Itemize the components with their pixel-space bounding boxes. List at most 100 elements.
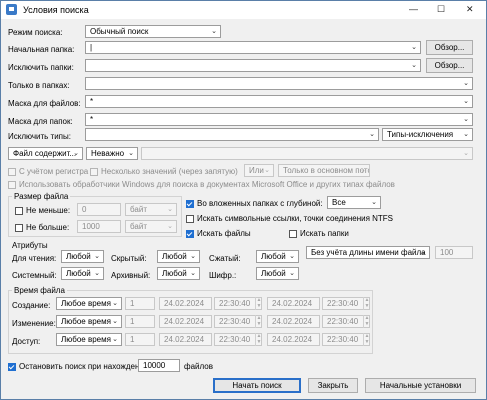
time-mode-value: Любое время xyxy=(61,335,111,344)
name-length-select[interactable]: Без учёта длины имени файла ⌄ xyxy=(306,246,430,259)
spinner-icon[interactable]: ▲ ▼ xyxy=(363,297,370,310)
system-select[interactable]: Любой ⌄ xyxy=(61,267,104,280)
chevron-down-icon: ⌄ xyxy=(463,131,469,138)
spinner-icon[interactable]: ▲ ▼ xyxy=(255,333,262,346)
search-files-checkbox[interactable] xyxy=(186,230,194,238)
time-n-input[interactable]: 1 xyxy=(125,333,155,346)
spinner-icon[interactable]: ▲ ▼ xyxy=(255,315,262,328)
not-more-input[interactable]: 1000 xyxy=(77,220,121,233)
stop-search-checkbox[interactable] xyxy=(8,363,16,371)
reset-defaults-button[interactable]: Начальные установки xyxy=(365,378,476,393)
time-mode-value: Любое время xyxy=(61,299,111,308)
chevron-down-icon: ⌄ xyxy=(420,249,426,256)
start-search-button[interactable]: Начать поиск xyxy=(213,378,301,393)
exclude-types-input[interactable]: ⌄ xyxy=(85,128,379,141)
chevron-down-icon: ⌄ xyxy=(371,199,377,206)
chevron-down-icon: ⌄ xyxy=(463,116,469,123)
subfolders-checkbox[interactable] xyxy=(186,200,194,208)
folder-mask-input[interactable]: * ⌄ xyxy=(85,113,473,126)
exclude-types-label: Исключить типы: xyxy=(8,132,71,141)
browse-start-button[interactable]: Обзор... xyxy=(426,40,473,55)
chevron-down-icon: ⌄ xyxy=(112,318,118,325)
not-less-input[interactable]: 0 xyxy=(77,203,121,216)
chevron-down-icon: ⌄ xyxy=(289,253,295,260)
chevron-down-icon: ⌄ xyxy=(73,150,79,157)
depth-value: Все xyxy=(332,198,346,207)
spinner-icon[interactable]: ▲ ▼ xyxy=(363,315,370,328)
search-folders-checkbox[interactable] xyxy=(289,230,297,238)
system-label: Системный: xyxy=(12,271,57,280)
content-mode-select[interactable]: Файл содержит... ⌄ xyxy=(8,147,83,160)
date-from-input[interactable]: 24.02.2024 xyxy=(159,315,212,328)
spinner-icon[interactable]: ▲ ▼ xyxy=(255,297,262,310)
chevron-down-icon: ⌄ xyxy=(94,270,100,277)
chevron-down-icon: ⌄ xyxy=(167,206,173,213)
date-from-input[interactable]: 24.02.2024 xyxy=(159,333,212,346)
maximize-icon[interactable]: ☐ xyxy=(437,4,445,15)
system-value: Любой xyxy=(66,269,91,278)
date-to-input[interactable]: 24.02.2024 xyxy=(267,333,320,346)
exclude-folders-input[interactable]: ⌄ xyxy=(85,59,421,72)
name-length-input[interactable]: 100 xyxy=(435,246,473,259)
minimize-icon[interactable]: — xyxy=(409,4,418,14)
date-from-input[interactable]: 24.02.2024 xyxy=(159,297,212,310)
not-less-unit-value: байт xyxy=(130,205,147,214)
encrypted-label: Шифр.: xyxy=(209,271,237,280)
exclude-types-select[interactable]: Типы-исключения ⌄ xyxy=(382,128,473,141)
stop-suffix-label: файлов xyxy=(184,362,213,371)
hidden-select[interactable]: Любой ⌄ xyxy=(157,250,200,263)
time-mode-select[interactable]: Любое время ⌄ xyxy=(56,297,122,310)
chevron-down-icon: ⌄ xyxy=(112,300,118,307)
file-mask-label: Маска для файлов: xyxy=(8,99,81,108)
office-checkbox[interactable] xyxy=(8,181,16,189)
time-n-input[interactable]: 1 xyxy=(125,297,155,310)
only-folders-input[interactable]: ⌄ xyxy=(85,77,473,90)
content-match-value: Неважно xyxy=(91,149,125,158)
time-n-input[interactable]: 1 xyxy=(125,315,155,328)
mode-select[interactable]: Обычный поиск ⌄ xyxy=(85,25,221,38)
date-to-input[interactable]: 24.02.2024 xyxy=(267,315,320,328)
chevron-down-icon: ⌄ xyxy=(463,150,469,157)
stream-value: Только в основном потс xyxy=(283,166,370,175)
symlinks-checkbox[interactable] xyxy=(186,215,194,223)
archive-select[interactable]: Любой ⌄ xyxy=(157,267,200,280)
read-label: Для чтения: xyxy=(12,254,57,263)
not-less-unit-select[interactable]: байт ⌄ xyxy=(125,203,177,216)
time-mode-select[interactable]: Любое время ⌄ xyxy=(56,333,122,346)
folder-mask-label: Маска для папок: xyxy=(8,117,73,126)
file-mask-input[interactable]: * ⌄ xyxy=(85,95,473,108)
compressed-select[interactable]: Любой ⌄ xyxy=(256,250,299,263)
read-select[interactable]: Любой ⌄ xyxy=(61,250,104,263)
not-less-checkbox[interactable] xyxy=(15,207,23,215)
not-more-unit-select[interactable]: байт ⌄ xyxy=(125,220,177,233)
encrypted-value: Любой xyxy=(261,269,286,278)
hidden-label: Скрытый: xyxy=(111,254,147,263)
search-files-label: Искать файлы xyxy=(197,229,251,238)
chevron-down-icon: ⌄ xyxy=(264,167,270,174)
time-mode-select[interactable]: Любое время ⌄ xyxy=(56,315,122,328)
browse-exclude-button[interactable]: Обзор... xyxy=(426,58,473,73)
time-group-title: Время файла xyxy=(12,286,67,295)
encrypted-select[interactable]: Любой ⌄ xyxy=(256,267,299,280)
close-icon[interactable]: ✕ xyxy=(466,4,474,15)
date-to-input[interactable]: 24.02.2024 xyxy=(267,297,320,310)
case-checkbox[interactable] xyxy=(8,168,16,176)
depth-select[interactable]: Все ⌄ xyxy=(327,196,381,209)
multi-checkbox[interactable] xyxy=(90,168,98,176)
or-value: Или xyxy=(249,166,264,175)
mode-label: Режим поиска: xyxy=(8,28,63,37)
content-text-input[interactable]: ⌄ xyxy=(141,147,473,160)
start-folder-input[interactable]: | ⌄ xyxy=(85,41,421,54)
stop-count-input[interactable]: 10000 xyxy=(138,359,180,372)
start-folder-label: Начальная папка: xyxy=(8,45,75,54)
close-button[interactable]: Закрыть xyxy=(308,378,358,393)
chevron-down-icon: ⌄ xyxy=(190,270,196,277)
content-match-select[interactable]: Неважно ⌄ xyxy=(86,147,138,160)
not-less-label: Не меньше: xyxy=(26,206,71,215)
or-select[interactable]: Или ⌄ xyxy=(244,164,274,177)
spinner-icon[interactable]: ▲ ▼ xyxy=(363,333,370,346)
not-more-checkbox[interactable] xyxy=(15,224,23,232)
stream-select[interactable]: Только в основном потс ⌄ xyxy=(278,164,370,177)
chevron-down-icon: ⌄ xyxy=(211,28,217,35)
exclude-types-select-value: Типы-исключения xyxy=(387,130,454,139)
